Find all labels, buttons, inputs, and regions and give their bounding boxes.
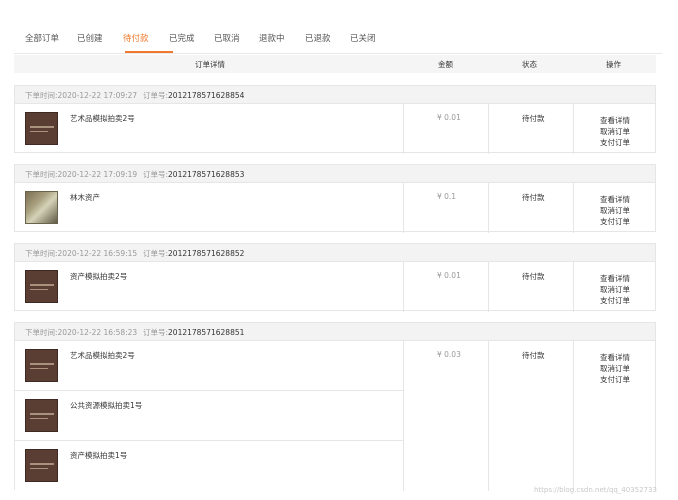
cancel-order-link[interactable]: 取消订单 xyxy=(600,363,630,374)
book-cover-thumbnail[interactable] xyxy=(25,349,58,382)
pay-order-link[interactable]: 支付订单 xyxy=(600,295,630,306)
order-time: 下单时间:2020-12-22 16:59:15 xyxy=(25,249,138,258)
order-header: 下单时间:2020-12-22 16:58:23 订单号:20121785716… xyxy=(15,323,655,341)
tab-completed[interactable]: 已完成 xyxy=(169,32,195,44)
item-name[interactable]: 艺术品模拟拍卖2号 xyxy=(70,350,135,361)
tab-closed[interactable]: 已关闭 xyxy=(350,32,376,44)
order-status: 待付款 xyxy=(522,272,545,281)
header-order-detail: 订单详情 xyxy=(195,60,225,69)
view-details-link[interactable]: 查看详情 xyxy=(600,352,630,363)
order-amount: ¥ 0.1 xyxy=(437,192,457,201)
pay-order-link[interactable]: 支付订单 xyxy=(600,216,630,227)
order-card: 下单时间:2020-12-22 17:09:27 订单号:20121785716… xyxy=(14,85,656,154)
tab-pending-payment[interactable]: 待付款 xyxy=(123,32,149,44)
order-item[interactable]: 资产模拟拍卖2号 xyxy=(15,262,403,312)
tab-refunding[interactable]: 退款中 xyxy=(259,32,285,44)
forest-photo-thumbnail[interactable] xyxy=(25,191,58,224)
view-details-link[interactable]: 查看详情 xyxy=(600,273,630,284)
table-header: 订单详情 金额 状态 操作 xyxy=(14,55,656,73)
item-name[interactable]: 林木资产 xyxy=(70,192,100,203)
item-name[interactable]: 资产模拟拍卖1号 xyxy=(70,450,127,461)
pay-order-link[interactable]: 支付订单 xyxy=(600,137,630,148)
order-amount: ¥ 0.01 xyxy=(437,113,461,122)
book-cover-thumbnail[interactable] xyxy=(25,399,58,432)
order-item[interactable]: 公共资源模拟拍卖1号 xyxy=(15,391,403,441)
header-actions: 操作 xyxy=(606,60,621,69)
order-card: 下单时间:2020-12-22 16:59:15 订单号:20121785716… xyxy=(14,243,656,312)
order-header: 下单时间:2020-12-22 17:09:27 订单号:20121785716… xyxy=(15,86,655,104)
order-header: 下单时间:2020-12-22 17:09:19 订单号:20121785716… xyxy=(15,165,655,183)
order-item[interactable]: 林木资产 xyxy=(15,183,403,233)
order-item[interactable]: 艺术品模拟拍卖2号 xyxy=(15,341,403,391)
order-status: 待付款 xyxy=(522,114,545,123)
order-card: 下单时间:2020-12-22 17:09:19 订单号:20121785716… xyxy=(14,164,656,233)
view-details-link[interactable]: 查看详情 xyxy=(600,115,630,126)
order-number: 订单号:2012178571628851 xyxy=(143,328,245,337)
view-details-link[interactable]: 查看详情 xyxy=(600,194,630,205)
order-status: 待付款 xyxy=(522,351,545,360)
cancel-order-link[interactable]: 取消订单 xyxy=(600,205,630,216)
item-name[interactable]: 资产模拟拍卖2号 xyxy=(70,271,127,282)
active-tab-indicator xyxy=(125,51,173,53)
order-item[interactable]: 艺术品模拟拍卖2号 xyxy=(15,104,403,154)
item-name[interactable]: 公共资源模拟拍卖1号 xyxy=(70,400,142,411)
order-time: 下单时间:2020-12-22 17:09:19 xyxy=(25,170,138,179)
order-status: 待付款 xyxy=(522,193,545,202)
tab-refunded[interactable]: 已退款 xyxy=(305,32,331,44)
order-number: 订单号:2012178571628854 xyxy=(143,91,245,100)
tab-created[interactable]: 已创建 xyxy=(77,32,103,44)
order-item[interactable]: 资产模拟拍卖1号 xyxy=(15,441,403,491)
order-time: 下单时间:2020-12-22 17:09:27 xyxy=(25,91,138,100)
cancel-order-link[interactable]: 取消订单 xyxy=(600,126,630,137)
book-cover-thumbnail[interactable] xyxy=(25,449,58,482)
pay-order-link[interactable]: 支付订单 xyxy=(600,374,630,385)
order-time: 下单时间:2020-12-22 16:58:23 xyxy=(25,328,138,337)
item-name[interactable]: 艺术品模拟拍卖2号 xyxy=(70,113,135,124)
cancel-order-link[interactable]: 取消订单 xyxy=(600,284,630,295)
order-number: 订单号:2012178571628853 xyxy=(143,170,245,179)
order-amount: ¥ 0.01 xyxy=(437,271,461,280)
order-number: 订单号:2012178571628852 xyxy=(143,249,245,258)
order-status-tabs: 全部订单 已创建 待付款 已完成 已取消 退款中 已退款 已关闭 xyxy=(14,18,662,54)
tab-cancelled[interactable]: 已取消 xyxy=(214,32,240,44)
header-amount: 金额 xyxy=(438,60,453,69)
watermark-text: https://blog.csdn.net/qq_40352733 xyxy=(534,486,657,494)
order-card: 下单时间:2020-12-22 16:58:23 订单号:20121785716… xyxy=(14,322,656,491)
order-amount: ¥ 0.03 xyxy=(437,350,461,359)
order-header: 下单时间:2020-12-22 16:59:15 订单号:20121785716… xyxy=(15,244,655,262)
book-cover-thumbnail[interactable] xyxy=(25,112,58,145)
header-status: 状态 xyxy=(522,60,537,69)
book-cover-thumbnail[interactable] xyxy=(25,270,58,303)
tab-all-orders[interactable]: 全部订单 xyxy=(25,32,59,44)
